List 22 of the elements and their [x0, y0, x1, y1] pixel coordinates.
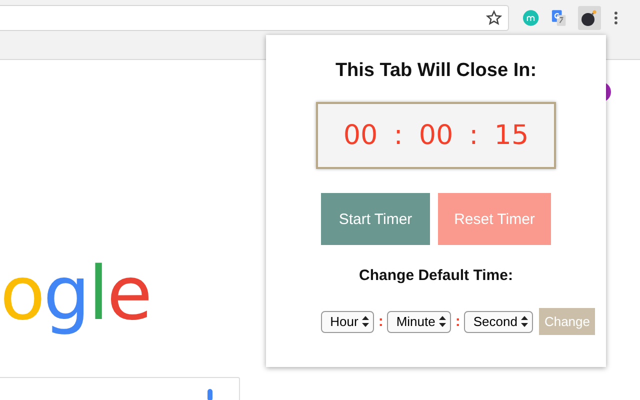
- caret-icon: [439, 316, 446, 327]
- bomb-extension-button[interactable]: [578, 6, 602, 30]
- extension-icon[interactable]: [522, 8, 540, 26]
- time-separator: :: [455, 313, 460, 330]
- caret-icon: [362, 316, 370, 327]
- time-separator: :: [469, 120, 478, 151]
- caret-icon: [521, 316, 528, 327]
- section-title: Change Default Time:: [359, 267, 513, 284]
- time-dropdown[interactable]: Hour: [321, 310, 374, 332]
- seconds-value: 15: [494, 120, 529, 151]
- popup-title: This Tab Will Close In:: [335, 60, 537, 82]
- time-dropdown[interactable]: Second: [464, 310, 534, 332]
- logo: ogle: [0, 250, 152, 339]
- microphone-icon[interactable]: [207, 389, 213, 400]
- minutes-value: 00: [418, 120, 454, 151]
- menu-icon[interactable]: [614, 10, 618, 24]
- star-icon[interactable]: [486, 10, 502, 26]
- time-separator: :: [378, 313, 384, 330]
- translate-icon[interactable]: [550, 8, 568, 26]
- hours-value: 00: [343, 120, 378, 151]
- time-separator: :: [394, 120, 403, 151]
- time-dropdown[interactable]: Minute: [387, 310, 452, 332]
